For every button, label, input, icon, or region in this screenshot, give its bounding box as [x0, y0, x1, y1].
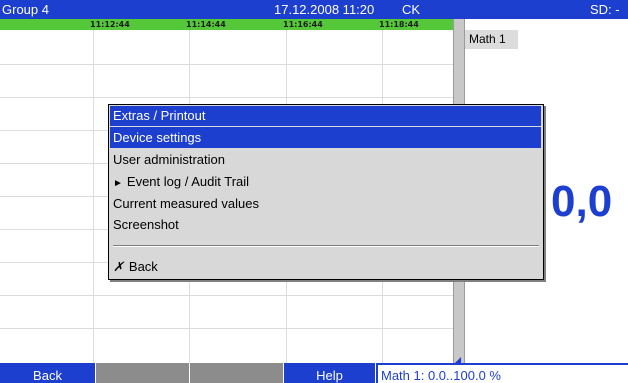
time-axis: 11:12:44 11:14:44 11:16:44 11:18:44 [0, 19, 455, 30]
menu-item-label: Current measured values [113, 196, 259, 211]
extras-menu: Extras / Printout Device settings User a… [108, 104, 544, 280]
play-arrow-icon: ► [113, 178, 123, 189]
date-time: 17.12.2008 11:20 [274, 2, 375, 17]
grid-line [0, 97, 453, 98]
user-id: CK [402, 2, 421, 17]
status-field: Math 1: 0.0..100.0 % [376, 363, 628, 383]
x-icon: ✗ [113, 259, 124, 274]
channel-value: 0,0 [551, 177, 613, 226]
grid-line [0, 295, 453, 296]
channel-name: Math 1 [465, 30, 518, 49]
menu-item-event-log[interactable]: ► Event log / Audit Trail [110, 171, 541, 192]
softkey-help[interactable]: Help [284, 363, 376, 383]
time-tick: 11:18:44 [379, 20, 419, 29]
time-tick: 11:14:44 [186, 20, 226, 29]
menu-item-current-measured-values[interactable]: Current measured values [110, 193, 541, 214]
grid-line [0, 64, 453, 65]
sd-card-status: SD: - [590, 2, 620, 17]
menu-title: Extras / Printout [110, 106, 541, 126]
softkey-back[interactable]: Back [0, 363, 96, 383]
menu-item-user-administration[interactable]: User administration [110, 149, 541, 170]
menu-item-label: Back [128, 259, 158, 274]
softkey-empty-2[interactable] [96, 363, 190, 383]
softkey-empty-3[interactable] [190, 363, 284, 383]
menu-item-screenshot[interactable]: Screenshot [110, 214, 541, 235]
softkey-bar: Back Help Math 1: 0.0..100.0 % [0, 363, 628, 383]
group-title: Group 4 [2, 2, 49, 17]
menu-item-label: User administration [113, 152, 225, 167]
menu-separator [113, 245, 539, 247]
menu-item-label: Device settings [113, 130, 202, 145]
time-tick: 11:16:44 [283, 20, 323, 29]
header-bar: Group 4 17.12.2008 11:20 CK SD: - [0, 0, 628, 19]
menu-item-label: Event log / Audit Trail [126, 174, 250, 189]
menu-item-label: Screenshot [113, 217, 179, 232]
menu-item-back[interactable]: ✗ Back [110, 256, 541, 277]
grid-line [0, 328, 453, 329]
time-tick: 11:12:44 [90, 20, 130, 29]
menu-item-device-settings[interactable]: Device settings [110, 127, 541, 148]
